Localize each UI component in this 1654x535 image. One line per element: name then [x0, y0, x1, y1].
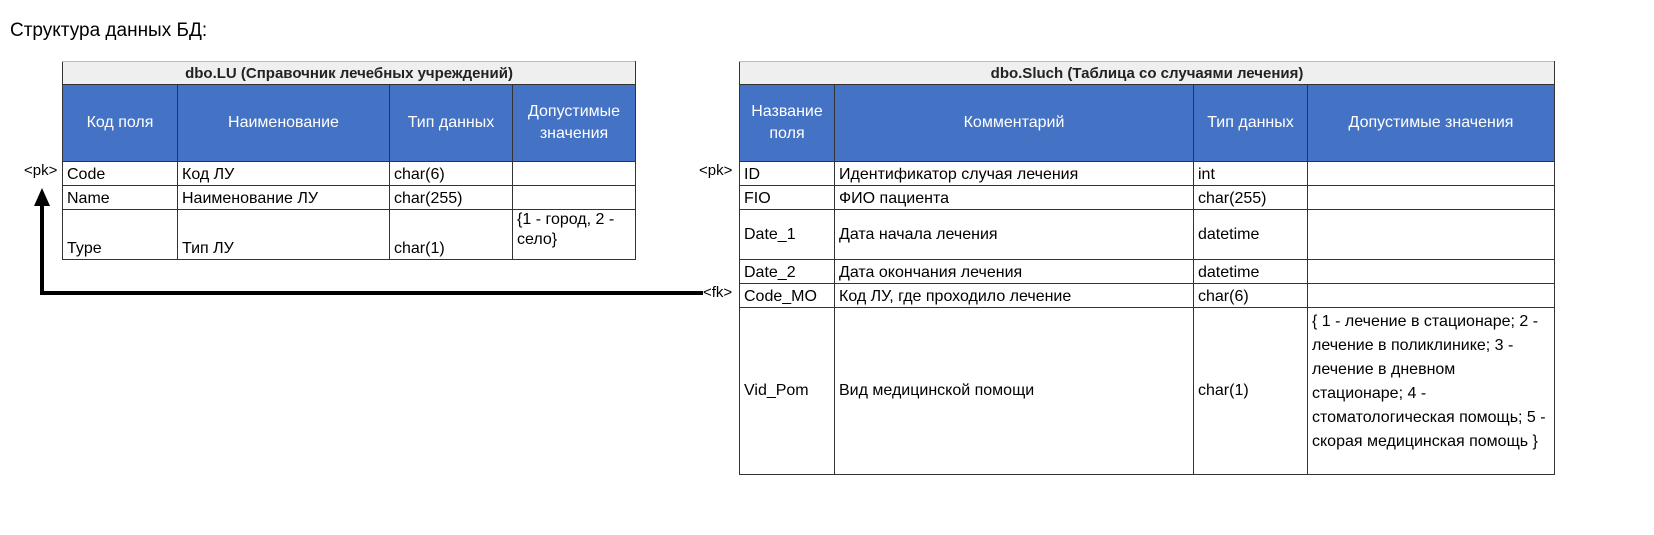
- relationship-arrow: [34, 188, 703, 295]
- relationship-line: [40, 205, 703, 295]
- relationship-arrowhead: [34, 188, 50, 206]
